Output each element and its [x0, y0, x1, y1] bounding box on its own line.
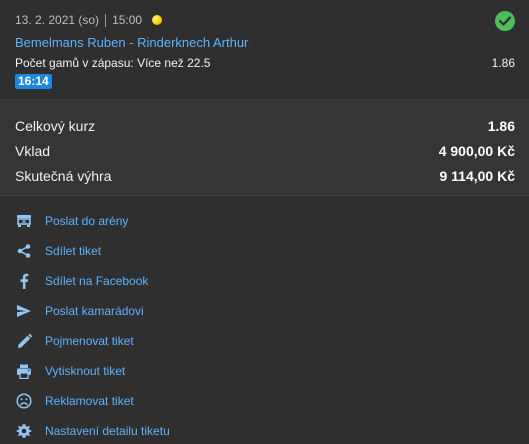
summary-row-total-odds: Celkový kurz 1.86: [15, 116, 515, 141]
summary-label: Skutečná výhra: [15, 168, 112, 184]
action-label: Pojmenovat tiket: [45, 334, 134, 348]
odds-value: 1.86: [491, 56, 515, 70]
facebook-icon: [15, 272, 33, 290]
summary-row-payout: Skutečná výhra 9 114,00 Kč: [15, 166, 515, 191]
tennis-ball-icon: [152, 15, 163, 25]
share-icon: [15, 242, 33, 260]
check-icon: [495, 11, 515, 31]
gear-icon: [15, 422, 33, 440]
share-ticket-button[interactable]: Sdílet tiket: [0, 236, 529, 266]
pencil-icon: [15, 332, 33, 350]
send-to-arena-button[interactable]: Poslat do arény: [0, 206, 529, 236]
summary-label: Vklad: [15, 143, 51, 159]
printer-icon: [15, 362, 33, 380]
send-to-friend-button[interactable]: Poslat kamarádovi: [0, 296, 529, 326]
live-time-badge: 16:14: [15, 74, 52, 89]
ticket-detail: 13. 2. 2021 (so) 15:00 Bemelmans Ruben -…: [0, 0, 529, 444]
bet-time: 15:00: [112, 13, 143, 27]
rename-ticket-button[interactable]: Pojmenovat tiket: [0, 326, 529, 356]
action-label: Reklamovat tiket: [45, 394, 134, 408]
action-label: Sdílet na Facebook: [45, 274, 149, 288]
summary-value: 9 114,00 Kč: [439, 168, 515, 184]
action-list: Poslat do arény Sdílet tiket Sdílet na F…: [0, 196, 529, 444]
market-label: Počet gamů v zápasu: Více než 22.5: [15, 56, 211, 70]
action-label: Vytisknout tiket: [45, 364, 126, 378]
action-label: Nastavení detailu tiketu: [45, 424, 170, 438]
ticket-detail-settings-button[interactable]: Nastavení detailu tiketu: [0, 416, 529, 444]
send-icon: [15, 302, 33, 320]
summary-row-stake: Vklad 4 900,00 Kč: [15, 141, 515, 166]
sad-face-icon: [15, 392, 33, 410]
summary-label: Celkový kurz: [15, 118, 96, 134]
action-label: Poslat do arény: [45, 214, 129, 228]
share-facebook-button[interactable]: Sdílet na Facebook: [0, 266, 529, 296]
ticket-summary: Celkový kurz 1.86 Vklad 4 900,00 Kč Skut…: [0, 100, 529, 196]
action-label: Sdílet tiket: [45, 244, 102, 258]
bet-date: 13. 2. 2021 (so): [15, 13, 100, 27]
summary-value: 1.86: [487, 118, 515, 134]
bet-item: 13. 2. 2021 (so) 15:00 Bemelmans Ruben -…: [0, 0, 529, 100]
print-ticket-button[interactable]: Vytisknout tiket: [0, 356, 529, 386]
complain-ticket-button[interactable]: Reklamovat tiket: [0, 386, 529, 416]
bet-meta: 13. 2. 2021 (so) 15:00: [15, 12, 515, 28]
action-label: Poslat kamarádovi: [45, 304, 144, 318]
summary-value: 4 900,00 Kč: [438, 143, 515, 159]
arena-icon: [15, 212, 33, 230]
match-link[interactable]: Bemelmans Ruben - Rinderknech Arthur: [15, 34, 515, 52]
divider: [105, 13, 107, 27]
bet-pick: Počet gamů v zápasu: Více než 22.5 1.86: [15, 55, 515, 71]
